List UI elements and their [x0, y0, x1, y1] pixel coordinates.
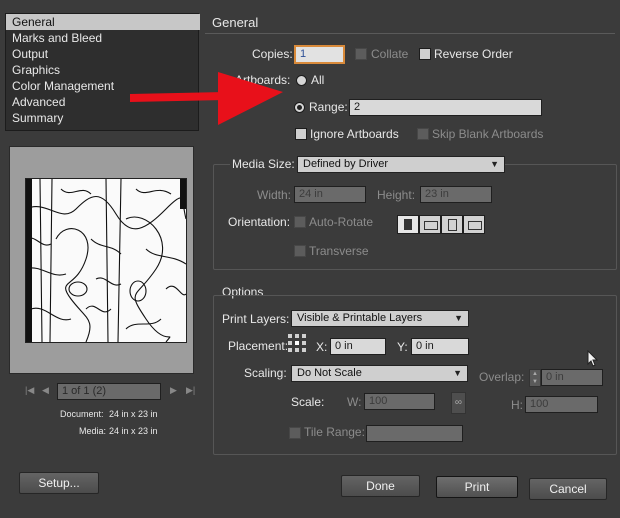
scaling-dropdown[interactable]: Do Not Scale ▼ — [291, 365, 468, 382]
artboards-all-radio[interactable] — [296, 75, 307, 86]
transverse-checkbox[interactable] — [294, 245, 306, 257]
cancel-button[interactable]: Cancel — [529, 478, 607, 500]
skip-blank-artboards-label: Skip Blank Artboards — [432, 127, 544, 141]
reverse-order-checkbox[interactable] — [419, 48, 431, 60]
media-label: Media: — [79, 426, 107, 436]
collate-label: Collate — [371, 47, 409, 61]
landscape-orientation-button[interactable] — [419, 215, 441, 234]
next-page-button[interactable]: ▶ — [170, 385, 177, 396]
done-button[interactable]: Done — [341, 475, 420, 497]
tile-range-label: Tile Range: — [304, 425, 365, 439]
placement-label: Placement: — [228, 339, 289, 353]
artwork-thumbnail — [26, 179, 186, 342]
first-page-button[interactable]: |◀ — [25, 385, 34, 396]
collate-checkbox[interactable] — [355, 48, 367, 60]
y-label: Y: — [397, 340, 408, 354]
scale-h-label: H: — [511, 398, 523, 412]
print-button[interactable]: Print — [436, 476, 518, 498]
height-input[interactable]: 23 in — [420, 186, 492, 203]
tile-range-input[interactable] — [366, 425, 463, 442]
document-label: Document: — [60, 409, 104, 419]
scale-w-label: W: — [347, 395, 362, 409]
chevron-down-icon: ▼ — [453, 368, 462, 378]
copies-input[interactable]: 1 — [294, 45, 345, 64]
document-size: 24 in x 23 in — [109, 409, 158, 419]
portrait-orientation-button[interactable] — [397, 215, 419, 234]
print-layers-value: Visible & Printable Layers — [297, 312, 423, 324]
placement-y-input[interactable]: 0 in — [411, 338, 469, 355]
tile-range-checkbox[interactable] — [289, 427, 301, 439]
width-input[interactable]: 24 in — [294, 186, 366, 203]
artboards-range-radio[interactable] — [294, 102, 305, 113]
nav-item-marks-and-bleed[interactable]: Marks and Bleed — [6, 30, 200, 46]
chevron-down-icon: ▼ — [454, 313, 463, 323]
transverse-label: Transverse — [309, 244, 369, 258]
red-arrow-annotation — [130, 72, 283, 125]
ignore-artboards-label: Ignore Artboards — [310, 127, 399, 141]
last-page-button[interactable]: ▶| — [186, 385, 195, 396]
page-indicator[interactable]: 1 of 1 (2) — [57, 383, 161, 400]
media-size-value: Defined by Driver — [303, 158, 388, 170]
link-proportions-icon[interactable]: ∞ — [451, 392, 466, 414]
placement-grid-icon[interactable] — [288, 334, 306, 352]
overlap-stepper[interactable]: ▲ ▼ — [529, 369, 541, 387]
preview-panel — [9, 146, 194, 374]
media-size: 24 in x 23 in — [109, 426, 158, 436]
ignore-artboards-checkbox[interactable] — [295, 128, 307, 140]
preview-page — [25, 178, 187, 343]
x-label: X: — [316, 340, 328, 354]
flipped-portrait-orientation-button[interactable] — [441, 215, 463, 234]
scaling-label: Scaling: — [244, 366, 287, 380]
chevron-down-icon: ▼ — [490, 159, 499, 169]
media-size-label: Media Size: — [230, 157, 297, 171]
overlap-label: Overlap: — [479, 370, 525, 384]
auto-rotate-checkbox[interactable] — [294, 216, 306, 228]
section-title-general: General — [212, 15, 259, 30]
range-input[interactable]: 2 — [349, 99, 542, 116]
general-separator — [205, 33, 615, 34]
copies-label: Copies: — [252, 47, 293, 61]
prev-page-button[interactable]: ◀ — [42, 385, 49, 396]
orientation-label: Orientation: — [228, 215, 291, 229]
scaling-value: Do Not Scale — [297, 367, 362, 379]
width-label: Width: — [257, 188, 292, 202]
auto-rotate-label: Auto-Rotate — [309, 215, 374, 229]
all-label: All — [311, 73, 325, 87]
nav-item-general[interactable]: General — [6, 14, 200, 30]
print-layers-dropdown[interactable]: Visible & Printable Layers ▼ — [291, 310, 469, 327]
overlap-input[interactable]: 0 in — [541, 369, 603, 386]
setup-button[interactable]: Setup... — [19, 472, 99, 494]
media-size-dropdown[interactable]: Defined by Driver ▼ — [297, 156, 505, 173]
reverse-order-label: Reverse Order — [434, 47, 513, 61]
height-label: Height: — [377, 188, 416, 202]
placement-x-input[interactable]: 0 in — [330, 338, 386, 355]
mouse-cursor-icon — [587, 350, 599, 367]
print-layers-label: Print Layers: — [222, 312, 290, 326]
scale-label: Scale: — [291, 395, 325, 409]
range-label: Range: — [309, 100, 348, 114]
scale-w-input[interactable]: 100 — [364, 393, 435, 410]
nav-item-output[interactable]: Output — [6, 46, 200, 62]
scale-h-input[interactable]: 100 — [525, 396, 598, 413]
flipped-landscape-orientation-button[interactable] — [463, 215, 485, 234]
skip-blank-artboards-checkbox[interactable] — [417, 128, 429, 140]
